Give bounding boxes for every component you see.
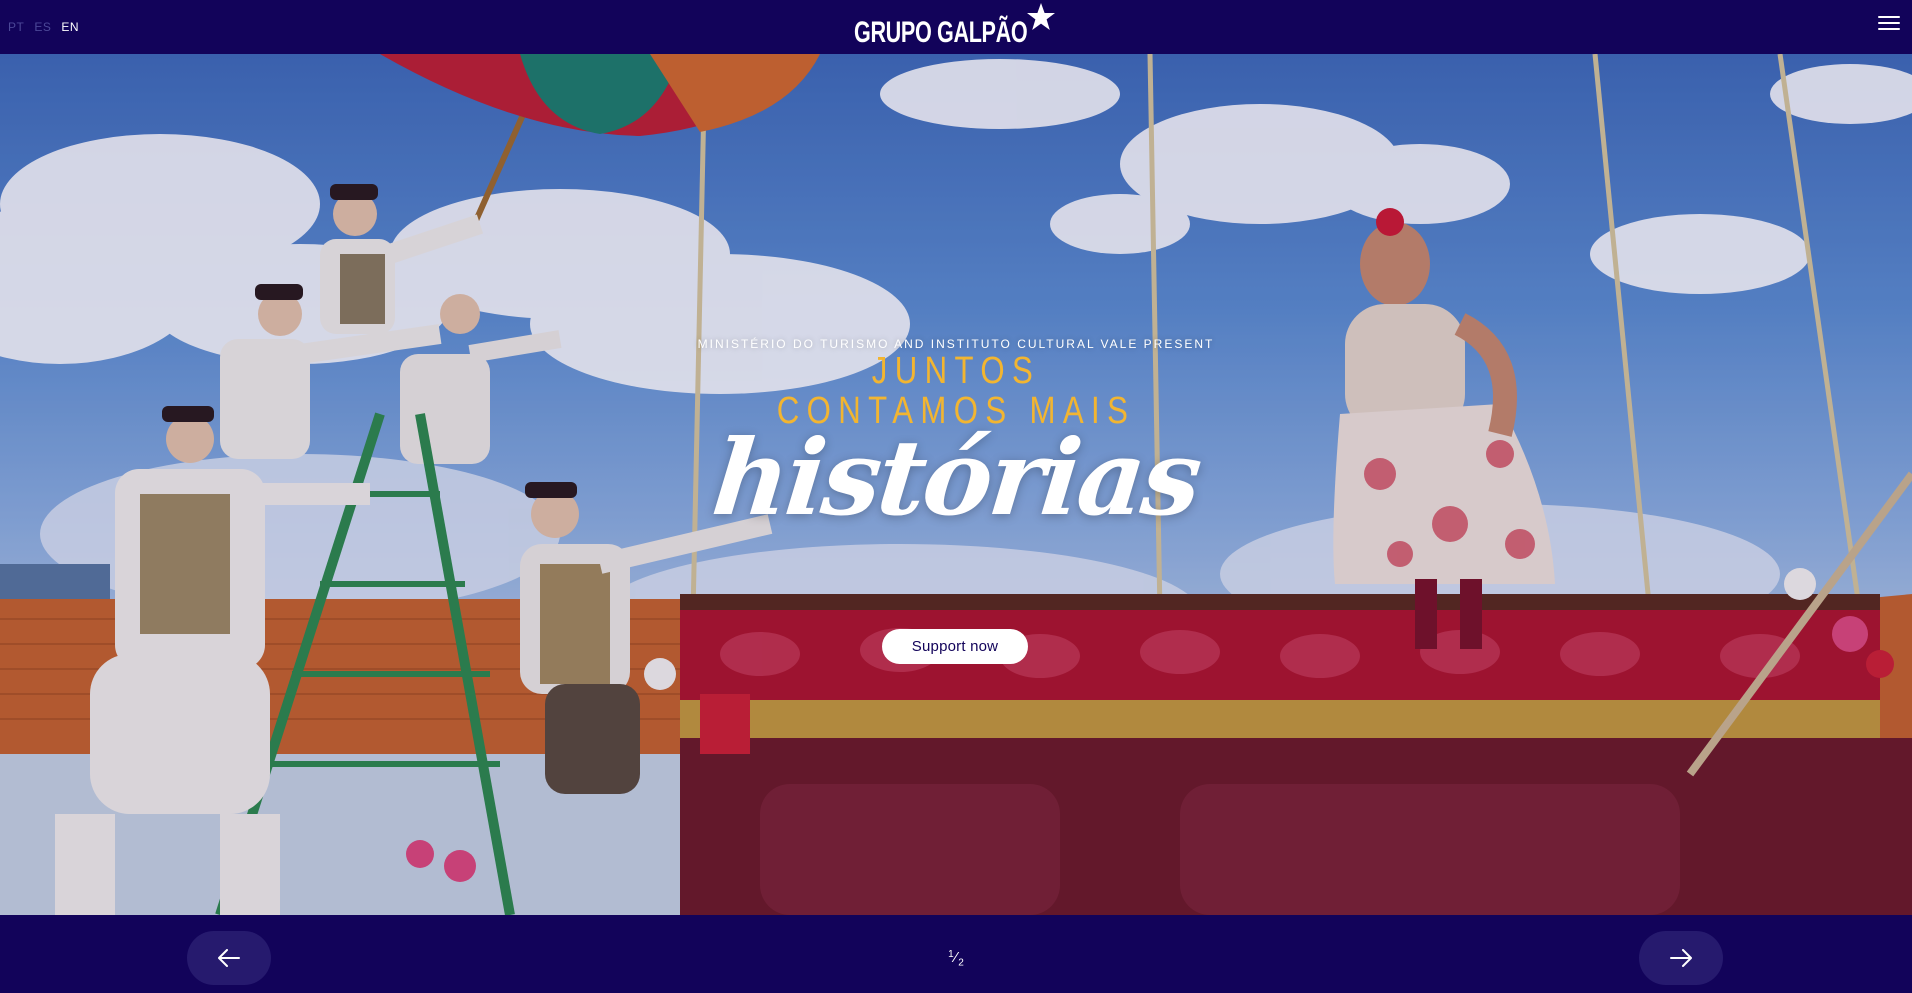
language-option-es[interactable]: ES <box>34 20 51 34</box>
hero-title-script: histórias <box>707 416 1205 539</box>
slide-total: 2 <box>958 957 964 969</box>
hero-content: MINISTÉRIO DO TURISMO AND INSTITUTO CULT… <box>0 54 1912 915</box>
hamburger-menu-icon[interactable] <box>1878 16 1900 34</box>
arrow-left-icon <box>218 949 240 967</box>
language-switcher: PT ES EN <box>8 20 79 34</box>
previous-slide-button[interactable] <box>187 931 271 985</box>
support-now-button[interactable]: Support now <box>882 629 1028 664</box>
next-slide-button[interactable] <box>1639 931 1723 985</box>
hero-presenter-text: MINISTÉRIO DO TURISMO AND INSTITUTO CULT… <box>697 337 1215 351</box>
slide-current: 1 <box>948 949 954 960</box>
language-option-pt[interactable]: PT <box>8 20 24 34</box>
star-icon <box>1027 3 1055 30</box>
slide-counter: 1⁄2 <box>948 949 964 969</box>
slider-navigation: 1⁄2 <box>0 915 1912 993</box>
arrow-right-icon <box>1670 949 1692 967</box>
logo-text: GRUPO GALPÃO <box>854 16 1028 49</box>
language-option-en[interactable]: EN <box>61 20 79 34</box>
site-logo[interactable]: GRUPO GALPÃO <box>854 2 1095 52</box>
hero-title-line-1: JUNTOS <box>871 350 1041 392</box>
hero-slide: MINISTÉRIO DO TURISMO AND INSTITUTO CULT… <box>0 54 1912 915</box>
top-navigation-bar: PT ES EN GRUPO GALPÃO <box>0 0 1912 54</box>
